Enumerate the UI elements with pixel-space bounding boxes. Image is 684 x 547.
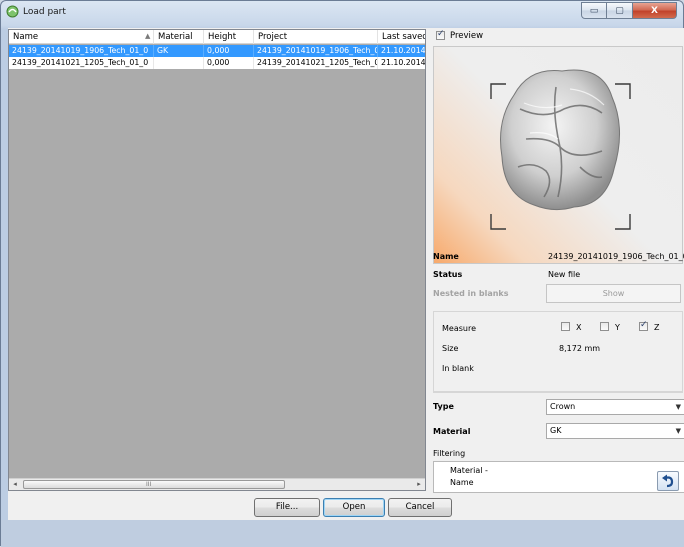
scroll-left-icon[interactable]: ◂	[9, 479, 21, 490]
cell-height: 0,000	[204, 57, 254, 69]
filter-name-line: Name	[450, 478, 474, 487]
material-selected-value: GK	[550, 426, 562, 435]
cell-height: 0,000	[204, 45, 254, 57]
close-button[interactable]: X	[633, 2, 677, 19]
close-icon: X	[651, 5, 658, 16]
maximize-icon: ▢	[615, 5, 624, 16]
scroll-right-icon[interactable]: ▸	[413, 479, 425, 490]
measure-z-checkbox[interactable]	[639, 320, 648, 331]
cell-last-saved: 21.10.2014	[381, 58, 425, 67]
size-value: 8,172 mm	[559, 344, 601, 353]
measure-z-label: Z	[654, 323, 660, 332]
table-row[interactable]: 24139_20141021_1205_Tech_01_0 0,000 2413…	[9, 57, 425, 69]
name-value: 24139_20141019_1906_Tech_01_0	[548, 252, 684, 261]
measure-x-checkbox[interactable]	[561, 322, 570, 331]
column-header-height[interactable]: Height	[204, 30, 254, 44]
chevron-down-icon: ▼	[675, 427, 681, 435]
maximize-button[interactable]: ▢	[607, 2, 633, 19]
title-bar[interactable]: Load part ▭ ▢ X	[1, 1, 683, 23]
cell-name: 24139_20141021_1205_Tech_01_0	[9, 57, 154, 69]
scroll-grip: III	[146, 481, 152, 488]
minimize-icon: ▭	[589, 5, 599, 16]
column-header-last-saved[interactable]: Last saved	[378, 30, 425, 44]
show-button[interactable]: Show	[546, 284, 681, 303]
sort-ascending-icon: ▲	[145, 32, 151, 40]
type-selected-value: Crown	[550, 402, 576, 411]
parts-list[interactable]: Name ▲ Material Height Project Last save…	[8, 29, 426, 491]
preview-checkbox[interactable]	[436, 29, 445, 40]
cell-project: 24139_20141021_1205_Tech_01	[254, 57, 378, 69]
cell-last-saved: 21.10.2014	[381, 46, 425, 55]
file-button[interactable]: File...	[254, 498, 320, 517]
load-part-window: Load part ▭ ▢ X Name ▲ Material Height P…	[0, 0, 684, 547]
tooth-preview-image	[490, 69, 631, 230]
column-header-name[interactable]: Name	[9, 30, 154, 44]
measure-y-checkbox[interactable]	[600, 322, 609, 331]
scrollbar-thumb[interactable]: III	[23, 480, 285, 489]
material-label: Material	[433, 427, 471, 436]
type-label: Type	[433, 402, 454, 411]
cancel-button[interactable]: Cancel	[388, 498, 452, 517]
name-label: Name	[433, 252, 459, 261]
measure-y-label: Y	[615, 323, 620, 332]
list-rows: 24139_20141019_1906_Tech_01_0 GK 0,000 2…	[9, 45, 425, 69]
filtering-label: Filtering	[433, 449, 466, 458]
cell-name: 24139_20141019_1906_Tech_01_0	[9, 45, 154, 57]
measure-label: Measure	[442, 324, 476, 333]
app-icon	[6, 5, 19, 18]
preview-label: Preview	[450, 31, 484, 41]
material-dropdown[interactable]: GK ▼	[546, 423, 684, 439]
column-header-project[interactable]: Project	[254, 30, 378, 44]
measure-x-label: X	[576, 323, 582, 332]
type-dropdown[interactable]: Crown ▼	[546, 399, 684, 415]
open-button[interactable]: Open	[323, 498, 385, 517]
status-label: Status	[433, 270, 463, 279]
cell-project: 24139_20141019_1906_Tech_01	[254, 45, 378, 57]
preview-viewport[interactable]	[433, 46, 683, 264]
undo-button[interactable]	[657, 471, 679, 491]
undo-icon	[662, 474, 674, 488]
caption-buttons: ▭ ▢ X	[581, 2, 677, 19]
table-row[interactable]: 24139_20141019_1906_Tech_01_0 GK 0,000 2…	[9, 45, 425, 57]
cell-material: GK	[154, 45, 204, 57]
list-header: Name ▲ Material Height Project Last save…	[9, 30, 425, 44]
section-divider	[433, 391, 683, 392]
cell-material	[154, 57, 204, 69]
in-blank-label: In blank	[442, 364, 474, 373]
filter-material-line: Material -	[450, 466, 488, 475]
nested-in-blanks-label: Nested in blanks	[433, 289, 509, 298]
column-header-material[interactable]: Material	[154, 30, 204, 44]
window-title: Load part	[23, 7, 66, 17]
status-bar	[1, 520, 684, 547]
measure-group: Measure X Y Z Size 8,172 mm In blank	[433, 311, 683, 393]
status-value: New file	[548, 270, 581, 279]
minimize-button[interactable]: ▭	[581, 2, 607, 19]
chevron-down-icon: ▼	[675, 403, 681, 411]
horizontal-scrollbar[interactable]: ◂ III ▸	[9, 478, 425, 490]
filtering-box: Material - Name	[433, 461, 684, 493]
size-label: Size	[442, 344, 459, 353]
